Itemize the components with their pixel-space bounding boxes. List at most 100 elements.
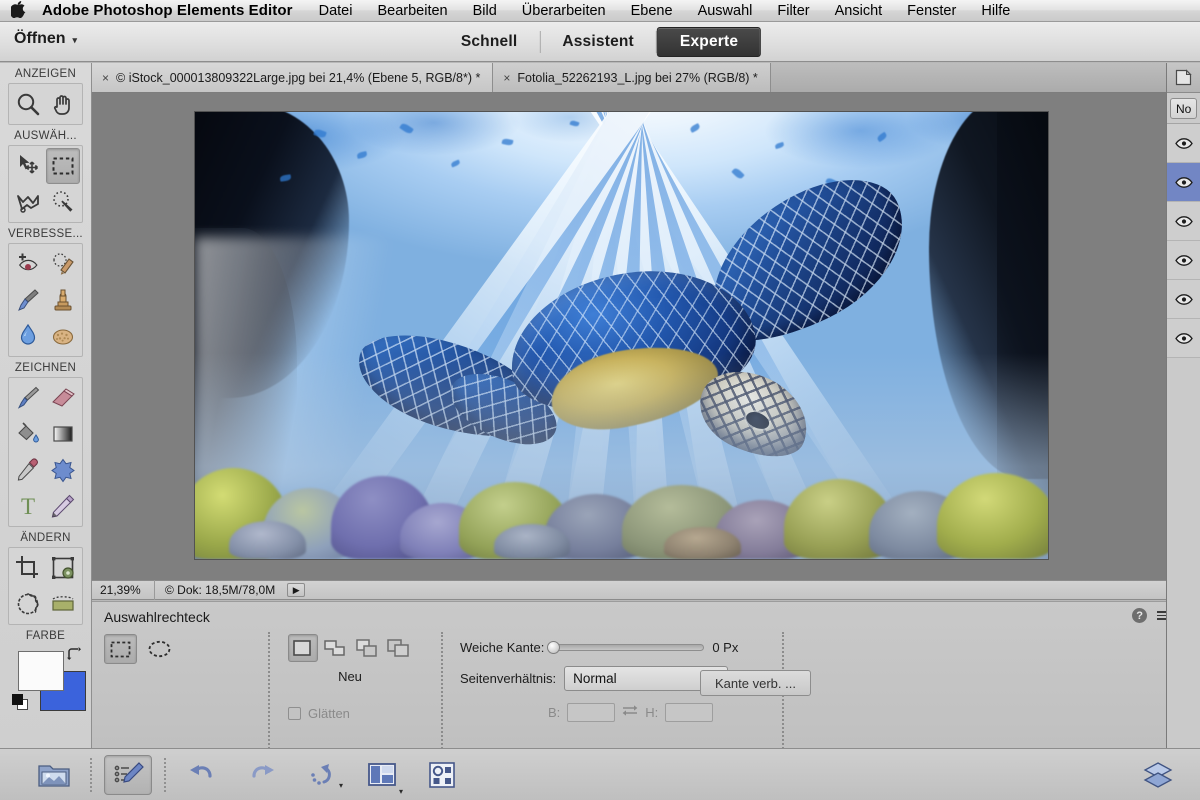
- redo-button[interactable]: [238, 755, 286, 795]
- menu-filter[interactable]: Filter: [777, 3, 809, 19]
- color-swatches: [10, 647, 86, 713]
- custom-shape-tool[interactable]: [46, 452, 81, 488]
- eyedropper-icon: [18, 458, 39, 481]
- move-tool[interactable]: [11, 148, 46, 184]
- menu-fenster[interactable]: Fenster: [907, 3, 956, 19]
- width-input[interactable]: [567, 703, 616, 722]
- status-bar: 21,39% © Dok: 18,5M/78,0M ▶: [92, 580, 1200, 600]
- options-divider-1: [268, 632, 270, 749]
- close-icon[interactable]: ×: [102, 71, 109, 85]
- rotate-button[interactable]: ▾: [298, 755, 346, 795]
- subtract-from-selection[interactable]: [352, 634, 382, 662]
- chevron-down-icon[interactable]: ▾: [399, 787, 403, 796]
- eye-icon: [1174, 176, 1193, 188]
- smart-brush-tool[interactable]: [11, 282, 46, 318]
- document-tab-istock[interactable]: × © iStock_000013809322Large.jpg bei 21,…: [92, 63, 494, 92]
- menu-datei[interactable]: Datei: [319, 3, 353, 19]
- straighten-tool[interactable]: [46, 586, 81, 622]
- zoom-tool[interactable]: [11, 86, 46, 122]
- layers-button[interactable]: [1134, 755, 1182, 795]
- gradient-tool[interactable]: [46, 416, 81, 452]
- hand-icon: [53, 95, 70, 115]
- document-tab-fotolia[interactable]: × Fotolia_52262193_L.jpg bei 27% (RGB/8)…: [493, 63, 771, 92]
- cookie-cutter-tool[interactable]: [11, 586, 46, 622]
- tab-schnell[interactable]: Schnell: [439, 27, 540, 57]
- layer-row-1[interactable]: [1167, 124, 1200, 163]
- feather-value: 0 Px: [712, 639, 739, 655]
- help-question-icon[interactable]: ?: [1132, 608, 1148, 623]
- blend-mode-select[interactable]: No: [1170, 98, 1197, 119]
- menu-hilfe[interactable]: Hilfe: [981, 3, 1010, 19]
- zoom-level[interactable]: 21,39%: [92, 583, 154, 597]
- photo-bin-button[interactable]: [30, 755, 78, 795]
- red-eye-tool[interactable]: [11, 246, 46, 282]
- pencil-tool[interactable]: [46, 488, 81, 524]
- organizer-button[interactable]: [418, 755, 466, 795]
- menu-bearbeiten[interactable]: Bearbeiten: [377, 3, 447, 19]
- sponge-tool[interactable]: [46, 318, 81, 354]
- artboard[interactable]: [195, 112, 1048, 559]
- toolbar-group-anzeigen: [8, 83, 83, 125]
- layer-row-5[interactable]: [1167, 280, 1200, 319]
- cookie-cutter-icon: [17, 592, 39, 615]
- recompose-tool[interactable]: [46, 550, 81, 586]
- type-tool[interactable]: T: [11, 488, 46, 524]
- rectangular-marquee-tool[interactable]: [45, 148, 80, 184]
- height-input[interactable]: [665, 703, 714, 722]
- svg-text:T: T: [21, 494, 35, 519]
- magic-wand-tool[interactable]: [46, 184, 81, 220]
- spot-healing-tool[interactable]: [46, 246, 81, 282]
- redo-arrow-icon: [252, 764, 274, 778]
- antialias-checkbox[interactable]: [288, 707, 301, 720]
- default-colors-icon[interactable]: [12, 694, 29, 711]
- eraser-tool[interactable]: [46, 380, 81, 416]
- menu-ebene[interactable]: Ebene: [631, 3, 673, 19]
- lasso-tool[interactable]: [11, 184, 46, 220]
- hand-tool[interactable]: [46, 86, 81, 122]
- status-expand-button[interactable]: ▶: [287, 583, 306, 597]
- apple-logo-icon[interactable]: [9, 0, 26, 19]
- crop-tool[interactable]: [11, 550, 46, 586]
- layers-panel: No: [1166, 63, 1200, 748]
- open-button[interactable]: Öffnen ▾: [14, 30, 77, 48]
- layer-row-4[interactable]: [1167, 241, 1200, 280]
- brush-tool[interactable]: [11, 380, 46, 416]
- swap-colors-icon[interactable]: [67, 647, 81, 661]
- tool-options-button[interactable]: [104, 754, 152, 795]
- foreground-color-swatch[interactable]: [18, 651, 64, 691]
- layer-row-2[interactable]: [1167, 163, 1200, 202]
- selection-intersect-icon: [387, 639, 409, 657]
- paint-bucket-tool[interactable]: [11, 416, 46, 452]
- layer-row-6[interactable]: [1167, 319, 1200, 358]
- refine-edge-button[interactable]: Kante verb. ...: [700, 670, 811, 696]
- taskbar-divider: [90, 757, 92, 792]
- feather-slider[interactable]: [547, 640, 705, 654]
- chevron-down-icon[interactable]: ▾: [339, 781, 343, 790]
- layer-row-3[interactable]: [1167, 202, 1200, 241]
- close-icon[interactable]: ×: [503, 71, 510, 85]
- menu-ansicht[interactable]: Ansicht: [835, 3, 883, 19]
- marquee-rect-icon: [110, 641, 131, 657]
- swap-arrows-icon[interactable]: [622, 704, 638, 722]
- new-selection[interactable]: [288, 634, 318, 662]
- layout-button[interactable]: ▾: [358, 755, 406, 796]
- eyedropper-tool[interactable]: [11, 452, 46, 488]
- toolbar-section-verbessern: VERBESSE...: [8, 228, 83, 240]
- elliptical-marquee-option[interactable]: [143, 634, 176, 664]
- tab-experte[interactable]: Experte: [656, 27, 762, 57]
- layers-panel-tabstrip[interactable]: [1167, 63, 1200, 93]
- intersect-selection[interactable]: [384, 634, 414, 662]
- clone-stamp-tool[interactable]: [46, 282, 81, 318]
- menu-auswahl[interactable]: Auswahl: [698, 3, 753, 19]
- tab-assistent[interactable]: Assistent: [540, 27, 656, 57]
- menu-bild[interactable]: Bild: [473, 3, 497, 19]
- rectangular-marquee-option[interactable]: [104, 634, 137, 664]
- blur-tool[interactable]: [11, 318, 46, 354]
- canvas-area[interactable]: [92, 93, 1200, 580]
- undo-button[interactable]: [178, 755, 226, 795]
- refine-edge-group: Kante verb. ...: [700, 670, 811, 696]
- red-eye-icon: [19, 253, 38, 271]
- menu-ueberarbeiten[interactable]: Überarbeiten: [522, 3, 606, 19]
- feather-slider-thumb[interactable]: [547, 640, 561, 654]
- add-to-selection[interactable]: [320, 634, 350, 662]
